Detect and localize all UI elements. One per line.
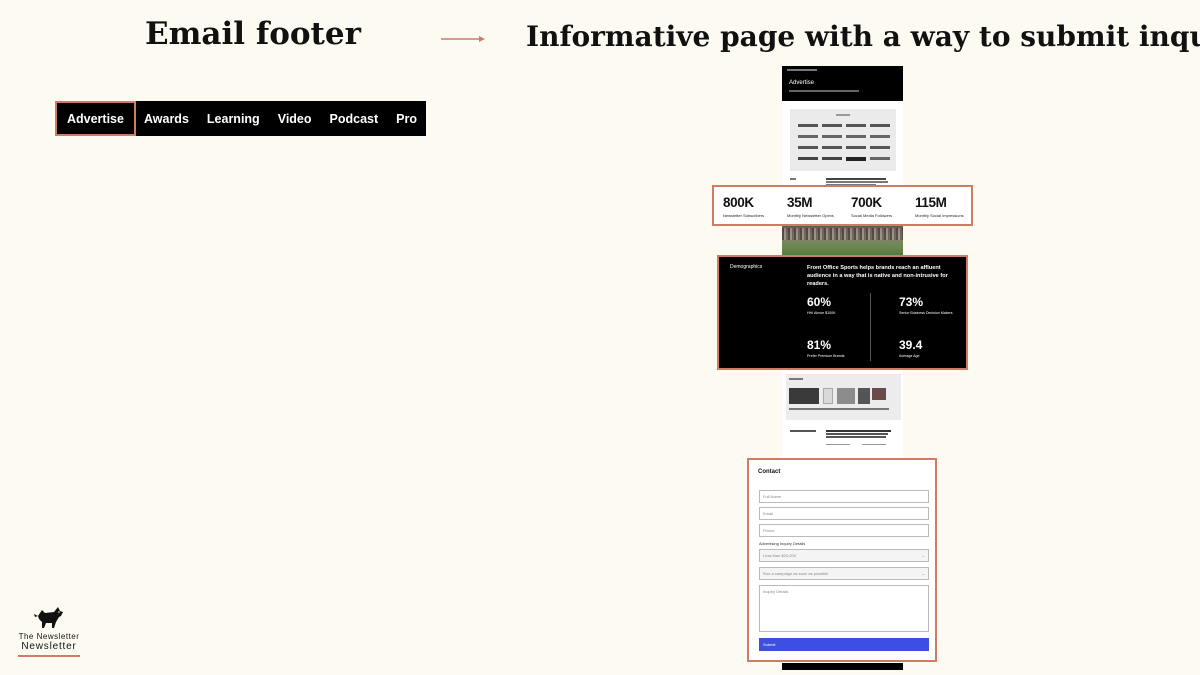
demographics-heading: Demographics [730, 264, 763, 270]
partner-logo [822, 135, 842, 138]
partner-logo [870, 146, 890, 149]
brand-line-2: Newsletter [21, 641, 77, 652]
featured-thumb [823, 388, 833, 404]
newsletter-text-line [826, 433, 888, 435]
partner-logos-grid [790, 109, 896, 171]
demo-hhi-label: HHI Above $100K [807, 311, 836, 315]
featured-thumb [858, 388, 870, 404]
informative-page-title: Informative page with a way to submit in… [526, 20, 1200, 53]
newsletter-bullet-line [862, 444, 886, 445]
hero-subtitle-line [789, 90, 859, 92]
newsletter-text-line [826, 436, 886, 438]
phone-input[interactable]: Phone [759, 524, 929, 537]
featured-captions-line [789, 408, 889, 410]
brand-line-1: The Newsletter [18, 632, 80, 641]
partner-logo [822, 146, 842, 149]
intro-text-line [826, 178, 886, 180]
hero-logo-line [787, 69, 817, 71]
intro-label-line [790, 178, 796, 180]
timing-select-value: Run a campaign as soon as possible [763, 571, 829, 576]
inquiry-details-textarea[interactable]: Inquiry Details [759, 585, 929, 632]
brand-logo: The Newsletter Newsletter [18, 604, 80, 657]
arrow-right-icon [441, 36, 485, 42]
demo-age-label: Average Age [899, 354, 920, 358]
partner-logo [798, 146, 818, 149]
featured-thumb [789, 388, 819, 404]
budget-select-value: Less than $20,000 [763, 553, 796, 558]
page-hero: Advertise [782, 66, 903, 101]
grid-heading-line [836, 114, 850, 116]
inquiry-details-label: Advertising Inquiry Details [759, 541, 806, 546]
stat-subscribers-label: Newsletter Subscribers [723, 213, 765, 218]
demo-age-value: 39.4 [899, 338, 923, 352]
featured-thumb [872, 388, 886, 400]
email-input[interactable]: Email [759, 507, 929, 520]
partner-logo [846, 146, 866, 149]
partner-logo [798, 157, 818, 160]
featured-thumb [837, 388, 855, 404]
partner-logo [846, 157, 866, 161]
crowd-texture [782, 228, 903, 240]
submit-button[interactable]: Submit [759, 638, 929, 651]
partner-logo [798, 135, 818, 138]
demo-premium-value: 81% [807, 338, 832, 352]
stat-followers-label: Social Media Followers [851, 213, 893, 218]
partner-logo [870, 124, 890, 127]
footer-link-awards[interactable]: Awards [144, 101, 189, 136]
demographics-highlight: Demographics Front Office Sports helps b… [717, 255, 968, 370]
stat-followers-value: 700K [851, 195, 882, 210]
demo-senior-value: 73% [899, 295, 924, 309]
footer-link-podcast[interactable]: Podcast [330, 101, 379, 136]
contact-form-highlight: Contact Full Name Email Phone Advertisin… [747, 458, 937, 662]
stat-opens-value: 35M [787, 195, 813, 210]
partner-logo [870, 135, 890, 138]
newsletter-text-line [826, 430, 891, 432]
stats-highlight: 800K Newsletter Subscribers 35M Monthly … [712, 185, 973, 226]
stadium-photo [782, 226, 903, 256]
partner-logo [870, 157, 890, 160]
stat-opens-label: Monthly Newsletter Opens [787, 213, 834, 218]
newsletter-bullet-line [826, 444, 850, 445]
stat-impressions-value: 115M [915, 195, 947, 210]
email-footer-nav: Advertise Awards Learning Video Podcast … [55, 101, 426, 136]
timing-select[interactable]: Run a campaign as soon as possible ⌄ [759, 567, 929, 580]
featured-label-line [789, 378, 803, 380]
contact-heading: Contact [758, 469, 781, 475]
partner-logo [822, 157, 842, 160]
stat-subscribers-value: 800K [723, 195, 754, 210]
partner-logo [846, 135, 866, 138]
footer-link-video[interactable]: Video [278, 101, 312, 136]
dog-mascot-icon [34, 607, 63, 628]
partner-logo [846, 124, 866, 127]
footer-link-advertise[interactable]: Advertise [55, 101, 136, 136]
partner-logo [822, 124, 842, 127]
demographics-divider [870, 293, 871, 361]
intro-text-line [826, 181, 888, 183]
partner-logo [798, 124, 818, 127]
demo-senior-label: Senior Business Decision Makers [899, 311, 953, 315]
demographics-blurb: Front Office Sports helps brands reach a… [807, 265, 948, 287]
footer-link-learning[interactable]: Learning [207, 101, 260, 136]
chevron-down-icon: ⌄ [921, 553, 925, 558]
budget-select[interactable]: Less than $20,000 ⌄ [759, 549, 929, 562]
demo-hhi-value: 60% [807, 295, 832, 309]
stat-impressions-label: Monthly Social Impressions [915, 213, 964, 218]
email-footer-title: Email footer [145, 16, 361, 52]
chevron-down-icon: ⌄ [921, 571, 925, 576]
brand-underline [18, 655, 80, 657]
footer-link-pro[interactable]: Pro [396, 101, 417, 136]
newsletter-label-line [790, 430, 816, 432]
demo-premium-label: Prefer Premium Brands [807, 354, 845, 358]
featured-work-section [786, 374, 901, 420]
hero-title: Advertise [789, 80, 815, 86]
page-footer-strip [782, 663, 903, 670]
full-name-input[interactable]: Full Name [759, 490, 929, 503]
